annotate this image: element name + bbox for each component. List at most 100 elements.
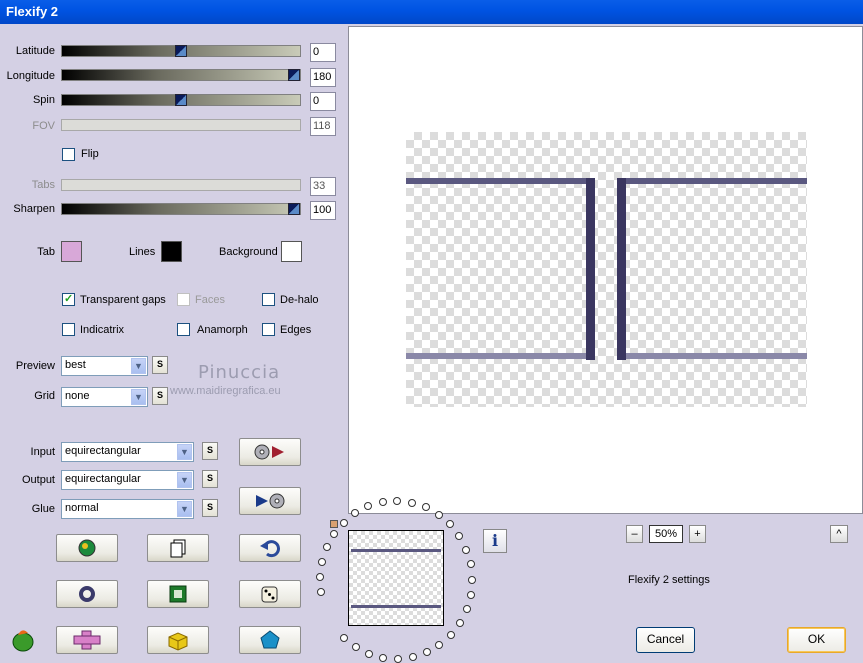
latitude-slider-thumb[interactable] bbox=[175, 45, 187, 57]
input-s-button[interactable]: S bbox=[202, 442, 218, 460]
zoom-level[interactable]: 50% bbox=[649, 525, 683, 543]
flip-checkbox[interactable] bbox=[62, 148, 75, 161]
de-halo-checkbox[interactable] bbox=[262, 293, 275, 306]
title-bar[interactable]: Flexify 2 bbox=[0, 0, 863, 24]
navigator-dot[interactable] bbox=[379, 498, 387, 506]
navigator-dot[interactable] bbox=[455, 532, 463, 540]
output-s-button[interactable]: S bbox=[202, 470, 218, 488]
navigator-dot[interactable] bbox=[393, 497, 401, 505]
navigator-dot[interactable] bbox=[456, 619, 464, 627]
ok-button[interactable]: OK bbox=[787, 627, 846, 653]
navigator-dot[interactable] bbox=[323, 543, 331, 551]
sharpen-slider-thumb[interactable] bbox=[288, 203, 300, 215]
cube-button[interactable] bbox=[147, 626, 209, 654]
pentagon-icon bbox=[260, 630, 280, 649]
ring-button[interactable] bbox=[56, 580, 118, 608]
preview-top-band-right bbox=[626, 178, 807, 184]
info-button[interactable]: i bbox=[483, 529, 507, 553]
longitude-value[interactable]: 180 bbox=[310, 68, 336, 87]
chevron-down-icon[interactable]: ▼ bbox=[131, 389, 146, 405]
grid-select[interactable]: none ▼ bbox=[61, 387, 148, 407]
sharpen-value[interactable]: 100 bbox=[310, 201, 336, 220]
navigator-dot[interactable] bbox=[316, 573, 324, 581]
faces-checkbox bbox=[177, 293, 190, 306]
grid-label: Grid bbox=[34, 390, 55, 402]
glue-select[interactable]: normal ▼ bbox=[61, 499, 194, 519]
frame-button[interactable] bbox=[147, 580, 209, 608]
navigator-dot[interactable] bbox=[447, 631, 455, 639]
navigator-dot[interactable] bbox=[352, 643, 360, 651]
sharpen-slider[interactable] bbox=[61, 203, 301, 215]
grid-s-button[interactable]: S bbox=[152, 387, 168, 405]
chevron-down-icon[interactable]: ▼ bbox=[177, 444, 192, 460]
navigator-dot[interactable] bbox=[422, 503, 430, 511]
preview-canvas[interactable] bbox=[348, 26, 863, 514]
chevron-down-icon[interactable]: ▼ bbox=[177, 472, 192, 488]
navigator-dot[interactable] bbox=[351, 509, 359, 517]
chevron-down-icon[interactable]: ▼ bbox=[131, 358, 146, 374]
navigator-dot[interactable] bbox=[408, 499, 416, 507]
indicatrix-checkbox[interactable] bbox=[62, 323, 75, 336]
navigator-dot[interactable] bbox=[340, 519, 348, 527]
zoom-out-button[interactable]: – bbox=[626, 525, 643, 543]
load-preset-button[interactable] bbox=[239, 438, 301, 466]
transparent-gaps-checkbox[interactable]: ✓ bbox=[62, 293, 75, 306]
navigator-dot[interactable] bbox=[364, 502, 372, 510]
cross-button[interactable] bbox=[56, 626, 118, 654]
save-preset-button[interactable] bbox=[239, 487, 301, 515]
navigator-handle[interactable] bbox=[330, 520, 338, 528]
preview-s-button[interactable]: S bbox=[152, 356, 168, 374]
longitude-slider-thumb[interactable] bbox=[288, 69, 300, 81]
dice-button[interactable] bbox=[239, 580, 301, 608]
output-select[interactable]: equirectangular ▼ bbox=[61, 470, 194, 490]
lines-color-swatch[interactable] bbox=[161, 241, 182, 262]
navigator-thumbnail[interactable] bbox=[348, 530, 444, 626]
navigator-dot[interactable] bbox=[462, 546, 470, 554]
latitude-slider[interactable] bbox=[61, 45, 301, 57]
edges-checkbox[interactable] bbox=[262, 323, 275, 336]
longitude-label: Longitude bbox=[6, 70, 55, 82]
preview-top-band-left bbox=[406, 178, 586, 184]
navigator-dot[interactable] bbox=[409, 653, 417, 661]
collapse-button[interactable]: ^ bbox=[830, 525, 848, 543]
navigator-dot[interactable] bbox=[330, 530, 338, 538]
spin-slider-thumb[interactable] bbox=[175, 94, 187, 106]
latitude-value[interactable]: 0 bbox=[310, 43, 336, 62]
status-text: Flexify 2 settings bbox=[628, 574, 710, 586]
background-color-swatch[interactable] bbox=[281, 241, 302, 262]
navigator-dot[interactable] bbox=[379, 654, 387, 662]
navigator-dot[interactable] bbox=[468, 576, 476, 584]
navigator-dot[interactable] bbox=[340, 634, 348, 642]
cube-icon bbox=[168, 632, 188, 651]
navigator-dot[interactable] bbox=[394, 655, 402, 663]
glue-s-button[interactable]: S bbox=[202, 499, 218, 517]
fov-label: FOV bbox=[32, 120, 55, 132]
navigator-dot[interactable] bbox=[317, 588, 325, 596]
pentagon-button[interactable] bbox=[239, 626, 301, 654]
navigator-dot[interactable] bbox=[446, 520, 454, 528]
navigator-dot[interactable] bbox=[467, 560, 475, 568]
spin-slider[interactable] bbox=[61, 94, 301, 106]
randomize-button[interactable] bbox=[56, 534, 118, 562]
navigator-dot[interactable] bbox=[435, 511, 443, 519]
navigator-dot[interactable] bbox=[318, 558, 326, 566]
cancel-button[interactable]: Cancel bbox=[636, 627, 695, 653]
navigator-dot[interactable] bbox=[467, 591, 475, 599]
navigator-dot[interactable] bbox=[365, 650, 373, 658]
longitude-slider[interactable] bbox=[61, 69, 301, 81]
preview-select[interactable]: best ▼ bbox=[61, 356, 148, 376]
tab-color-swatch[interactable] bbox=[61, 241, 82, 262]
zoom-in-button[interactable]: + bbox=[689, 525, 706, 543]
glue-select-value: normal bbox=[65, 502, 99, 514]
anamorph-checkbox[interactable] bbox=[177, 323, 190, 336]
tabs-label: Tabs bbox=[31, 179, 55, 191]
input-select[interactable]: equirectangular ▼ bbox=[61, 442, 194, 462]
navigator-dot[interactable] bbox=[463, 605, 471, 613]
copy-button[interactable] bbox=[147, 534, 209, 562]
spin-value[interactable]: 0 bbox=[310, 92, 336, 111]
chevron-down-icon[interactable]: ▼ bbox=[177, 501, 192, 517]
navigator-dot[interactable] bbox=[435, 641, 443, 649]
preview-bottom-band-right bbox=[626, 353, 807, 359]
navigator-dot[interactable] bbox=[423, 648, 431, 656]
undo-button[interactable] bbox=[239, 534, 301, 562]
